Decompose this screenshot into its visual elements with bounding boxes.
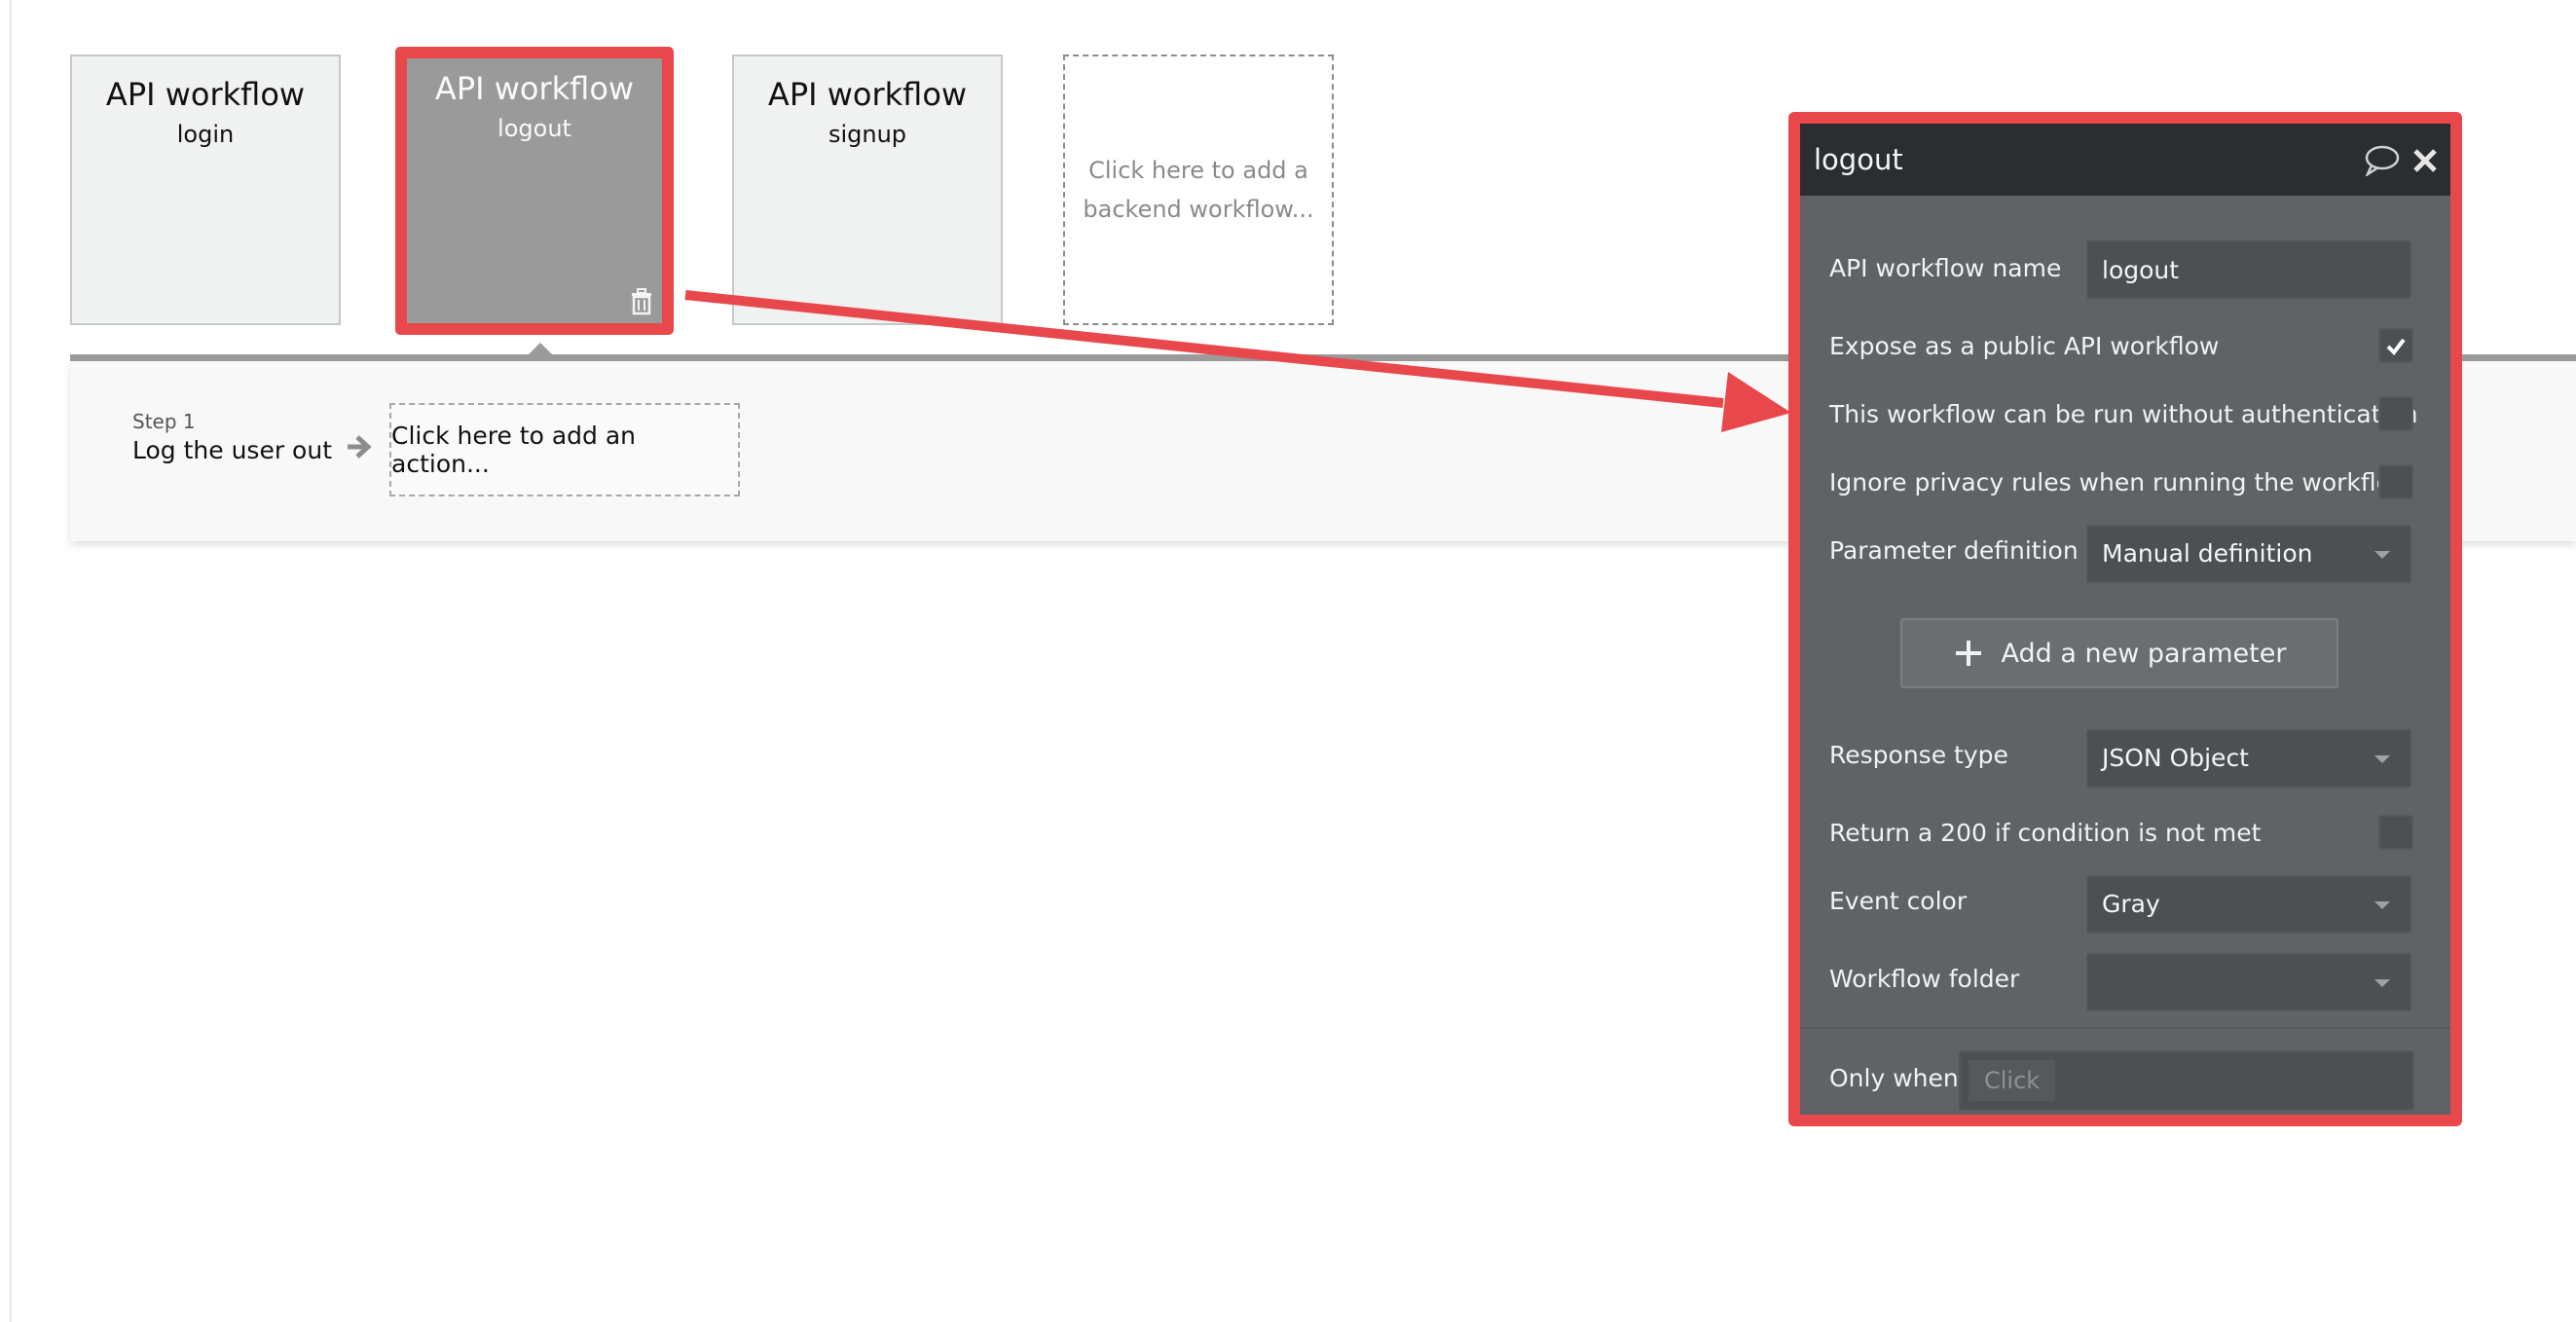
workflow-card-logout[interactable]: API workflow logout (395, 47, 674, 335)
trash-icon[interactable] (629, 286, 654, 315)
step-title[interactable]: Log the user out (132, 436, 332, 464)
chevron-down-icon (2374, 755, 2390, 763)
panel-title: logout (1814, 143, 1903, 176)
response-type-value: JSON Object (2102, 744, 2249, 772)
chevron-down-icon (2374, 901, 2390, 909)
add-parameter-label: Add a new parameter (2001, 638, 2287, 669)
expose-public-checkbox[interactable] (2378, 328, 2413, 363)
check-icon (2386, 338, 2406, 356)
workflow-card-name: logout (497, 115, 571, 142)
close-icon[interactable] (2411, 147, 2439, 174)
chevron-down-icon (2374, 551, 2390, 559)
workflow-property-panel: logout API workflow name Expose as a pub… (1788, 112, 2462, 1126)
workflow-name-input[interactable] (2086, 240, 2411, 299)
workflow-card-name: login (176, 121, 235, 148)
workflow-card-login[interactable]: API workflow login (70, 55, 341, 325)
workflow-folder-label: Workflow folder (1829, 965, 2020, 993)
ignore-privacy-label: Ignore privacy rules when running the wo… (1829, 468, 2411, 496)
add-action-text: Click here to add an action... (391, 422, 637, 478)
response-type-label: Response type (1829, 741, 2008, 769)
only-when-expression-input[interactable]: Click (1959, 1050, 2414, 1111)
workflow-name-label: API workflow name (1829, 254, 2062, 282)
add-parameter-button[interactable]: Add a new parameter (1900, 618, 2338, 688)
workflow-card-title: API workflow (105, 76, 306, 113)
panel-header: logout (1800, 124, 2450, 196)
expose-public-label: Expose as a public API workflow (1829, 332, 2220, 360)
workflow-card-title: API workflow (434, 70, 635, 107)
selected-pointer (527, 343, 554, 356)
add-backend-workflow-card[interactable]: Click here to add a backend workflow... (1063, 55, 1334, 325)
return-200-label: Return a 200 if condition is not met (1829, 819, 2262, 847)
add-action-button[interactable]: Click here to add an action... (389, 403, 740, 496)
return-200-checkbox[interactable] (2378, 815, 2413, 850)
plus-icon (1955, 641, 1981, 666)
response-type-select[interactable]: JSON Object (2086, 729, 2411, 788)
no-auth-checkbox[interactable] (2378, 396, 2413, 431)
ignore-privacy-checkbox[interactable] (2378, 464, 2413, 499)
parameter-definition-value: Manual definition (2102, 539, 2313, 568)
parameter-definition-label: Parameter definition (1829, 536, 2079, 565)
event-color-label: Event color (1829, 887, 1968, 915)
workflow-folder-select[interactable] (2086, 953, 2411, 1011)
step-number: Step 1 (132, 410, 196, 433)
workflow-card-signup[interactable]: API workflow signup (732, 55, 1003, 325)
event-color-select[interactable]: Gray (2086, 875, 2411, 934)
only-when-label: Only when (1829, 1064, 1959, 1092)
workflow-card-name: signup (828, 121, 907, 148)
canvas-left-edge (10, 0, 12, 1322)
workflow-card-title: API workflow (767, 76, 968, 113)
only-when-placeholder[interactable]: Click (1969, 1060, 2056, 1101)
parameter-definition-select[interactable]: Manual definition (2086, 525, 2411, 583)
no-auth-label: This workflow can be run without authent… (1829, 400, 2418, 428)
comment-icon[interactable] (2363, 145, 2400, 176)
chevron-down-icon (2374, 979, 2390, 987)
panel-divider (1800, 1027, 2450, 1029)
add-backend-workflow-text: Click here to add a backend workflow... (1083, 157, 1314, 223)
arrow-right-icon (348, 435, 372, 459)
event-color-value: Gray (2102, 890, 2160, 918)
